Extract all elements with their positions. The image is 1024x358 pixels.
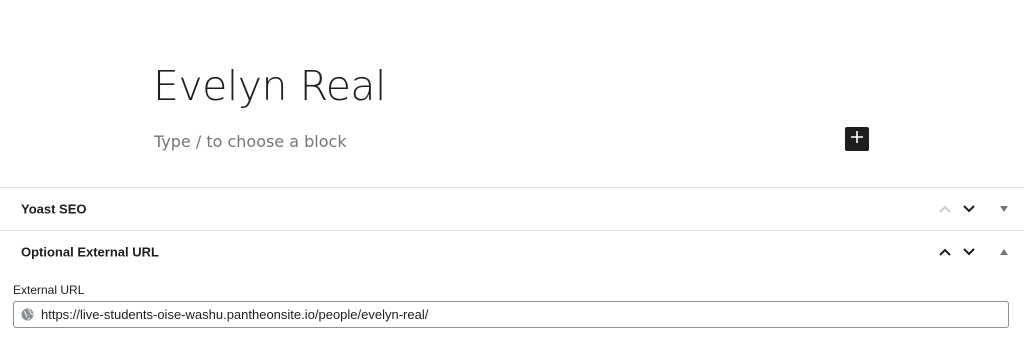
chevron-up-icon <box>938 247 952 257</box>
panel-body-external-url: External URL https://live-students-oise-… <box>0 273 1024 358</box>
toggle-panel-button[interactable] <box>994 199 1014 219</box>
globe-icon <box>20 308 34 322</box>
panel-title: Yoast SEO <box>21 201 87 217</box>
caret-up-icon <box>1000 249 1008 255</box>
external-url-field[interactable]: https://live-students-oise-washu.pantheo… <box>13 301 1009 328</box>
post-title[interactable]: Evelyn Real <box>153 62 386 110</box>
block-inserter-button[interactable] <box>845 127 869 151</box>
plus-icon <box>850 130 864 149</box>
move-down-button[interactable] <box>959 242 979 262</box>
external-url-value: https://live-students-oise-washu.pantheo… <box>41 307 429 322</box>
chevron-up-icon <box>938 204 952 214</box>
move-down-button[interactable] <box>959 199 979 219</box>
move-up-button[interactable] <box>935 199 955 219</box>
external-url-label: External URL <box>13 283 85 297</box>
panel-yoast-seo[interactable]: Yoast SEO <box>0 187 1024 230</box>
editor-canvas: Evelyn Real Type / to choose a block <box>0 0 1024 187</box>
meta-boxes: Yoast SEO Optional External URL External… <box>0 187 1024 358</box>
chevron-down-icon <box>962 247 976 257</box>
panel-optional-external-url[interactable]: Optional External URL <box>0 230 1024 273</box>
block-placeholder[interactable]: Type / to choose a block <box>154 132 347 151</box>
chevron-down-icon <box>962 204 976 214</box>
caret-down-icon <box>1000 206 1008 212</box>
panel-title: Optional External URL <box>21 244 159 260</box>
move-up-button[interactable] <box>935 242 955 262</box>
toggle-panel-button[interactable] <box>994 242 1014 262</box>
